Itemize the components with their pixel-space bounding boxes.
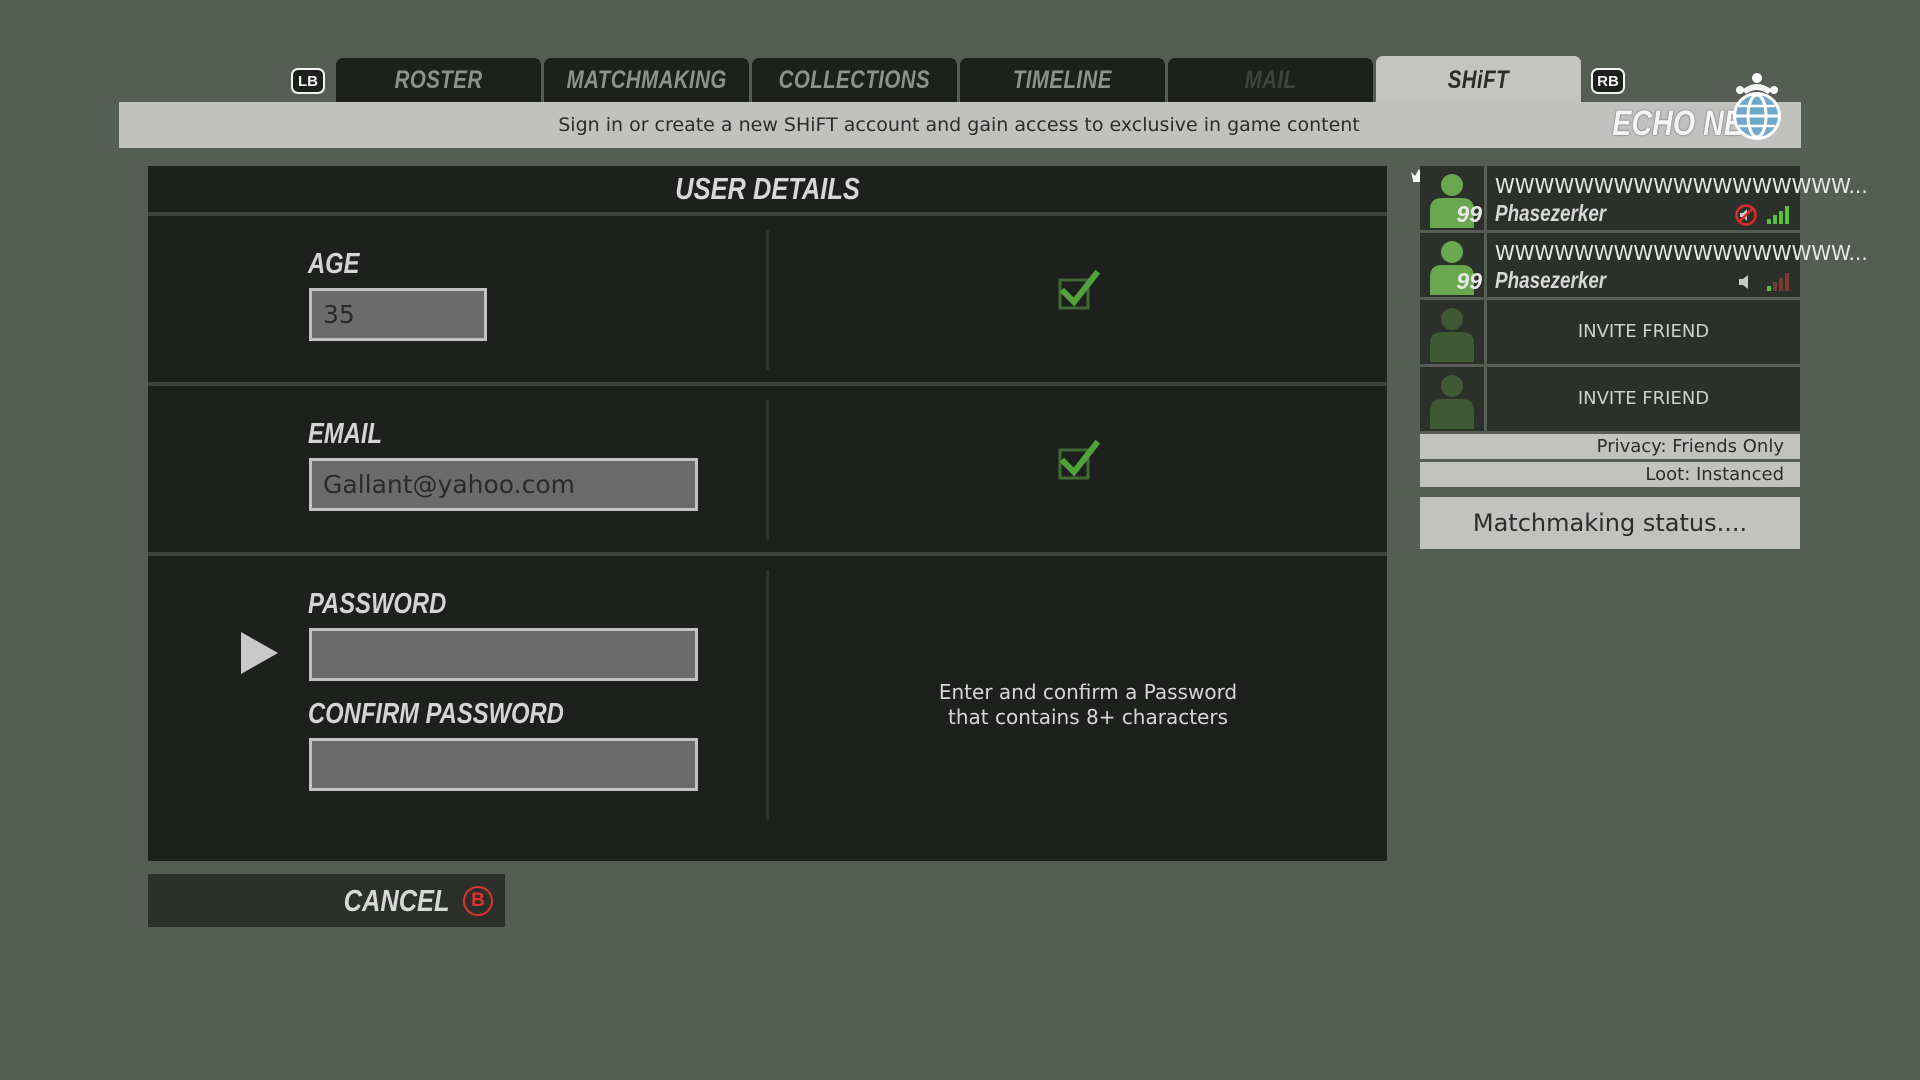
- confirm-password-input[interactable]: [309, 738, 698, 791]
- tab-shift-label: SHiFT: [1447, 65, 1510, 94]
- echo-globe-icon: [1733, 73, 1781, 140]
- selection-arrow-icon: [241, 632, 278, 674]
- empty-avatar: [1420, 300, 1484, 364]
- member-character-name: Phasezerker: [1495, 267, 1607, 293]
- info-bar: Sign in or create a new SHiFT account an…: [119, 102, 1801, 148]
- loot-setting: Loot: Instanced: [1420, 462, 1800, 487]
- member-character-name: Phasezerker: [1495, 200, 1607, 226]
- tab-timeline[interactable]: TIMELINE: [960, 58, 1165, 102]
- party-member[interactable]: 99 WWWWWWWWWWWWWWWWWW... Phasezerker: [1411, 166, 1868, 230]
- cancel-label: CANCEL: [343, 882, 450, 918]
- age-valid-check-icon: [1058, 270, 1100, 310]
- invite-friend-label: INVITE FRIEND: [1577, 321, 1710, 342]
- right-bumper-button[interactable]: RB: [1591, 68, 1625, 94]
- empty-avatar: [1420, 367, 1484, 431]
- member-gamertag: WWWWWWWWWWWWWWWWWW...: [1495, 241, 1868, 265]
- tab-timeline-label: TIMELINE: [1013, 65, 1112, 94]
- tab-mail-label: MAIL: [1244, 65, 1297, 94]
- info-message: Sign in or create a new SHiFT account an…: [558, 114, 1360, 136]
- privacy-setting: Privacy: Friends Only: [1420, 434, 1800, 459]
- party-member[interactable]: 99 WWWWWWWWWWWWWWWWWW... Phasezerker: [1420, 233, 1868, 297]
- email-label: EMAIL: [308, 418, 382, 450]
- tab-matchmaking-label: MATCHMAKING: [566, 65, 727, 94]
- age-label: AGE: [308, 248, 360, 280]
- password-section: PASSWORD CONFIRM PASSWORD Enter and conf…: [148, 556, 1387, 861]
- tab-collections-label: COLLECTIONS: [778, 65, 931, 94]
- member-level: 99: [1456, 201, 1482, 227]
- tab-roster[interactable]: ROSTER: [336, 58, 541, 102]
- empty-player-silhouette-icon: [1430, 308, 1474, 362]
- signal-strength-icon: [1767, 206, 1789, 224]
- invite-friend-button[interactable]: INVITE FRIEND: [1487, 300, 1800, 364]
- member-avatar: 99: [1420, 166, 1484, 230]
- age-section: AGE: [148, 216, 1387, 386]
- tab-matchmaking[interactable]: MATCHMAKING: [544, 58, 749, 102]
- invite-slot[interactable]: INVITE FRIEND: [1420, 300, 1800, 364]
- tab-shift[interactable]: SHiFT: [1376, 56, 1581, 104]
- confirm-password-label: CONFIRM PASSWORD: [308, 698, 564, 730]
- invite-friend-button[interactable]: INVITE FRIEND: [1487, 367, 1800, 431]
- party-sidebar: 99 WWWWWWWWWWWWWWWWWW... Phasezerker 99 …: [1411, 166, 1868, 549]
- invite-slot[interactable]: INVITE FRIEND: [1420, 367, 1800, 431]
- top-tab-bar: LB ROSTER MATCHMAKING COLLECTIONS TIMELI…: [0, 56, 1920, 104]
- left-bumper-button[interactable]: LB: [291, 68, 325, 94]
- muted-voice-icon: [1735, 204, 1757, 226]
- age-input[interactable]: [309, 288, 487, 341]
- speaker-icon: [1739, 275, 1748, 289]
- user-details-header: USER DETAILS: [148, 166, 1387, 216]
- member-level: 99: [1456, 268, 1482, 294]
- member-info: WWWWWWWWWWWWWWWWWW... Phasezerker: [1487, 166, 1868, 230]
- signal-strength-icon: [1767, 273, 1789, 291]
- password-hint-line2: that contains 8+ characters: [947, 705, 1229, 729]
- password-hint: Enter and confirm a Password that contai…: [788, 680, 1388, 730]
- email-section: EMAIL: [148, 386, 1387, 556]
- empty-player-silhouette-icon: [1430, 375, 1474, 429]
- tab-roster-label: ROSTER: [394, 65, 483, 94]
- b-button-icon: B: [463, 885, 493, 916]
- member-info: WWWWWWWWWWWWWWWWWW... Phasezerker: [1487, 233, 1868, 297]
- member-gamertag: WWWWWWWWWWWWWWWWWW...: [1495, 174, 1868, 198]
- section-divider: [766, 400, 769, 540]
- tab-mail: MAIL: [1168, 58, 1373, 102]
- email-valid-check-icon: [1058, 440, 1100, 480]
- user-details-panel: USER DETAILS AGE EMAIL PASSWORD CONFIRM …: [148, 166, 1387, 861]
- email-input[interactable]: [309, 458, 698, 511]
- member-avatar: 99: [1420, 233, 1484, 297]
- section-divider: [766, 570, 769, 820]
- section-divider: [766, 230, 769, 370]
- password-hint-line1: Enter and confirm a Password: [938, 680, 1238, 704]
- invite-friend-label: INVITE FRIEND: [1577, 388, 1710, 409]
- user-details-title: USER DETAILS: [675, 171, 860, 206]
- password-input[interactable]: [309, 628, 698, 681]
- cancel-button[interactable]: CANCEL B: [148, 874, 505, 927]
- password-label: PASSWORD: [308, 588, 447, 620]
- matchmaking-status: Matchmaking status....: [1420, 497, 1800, 549]
- tab-collections[interactable]: COLLECTIONS: [752, 58, 957, 102]
